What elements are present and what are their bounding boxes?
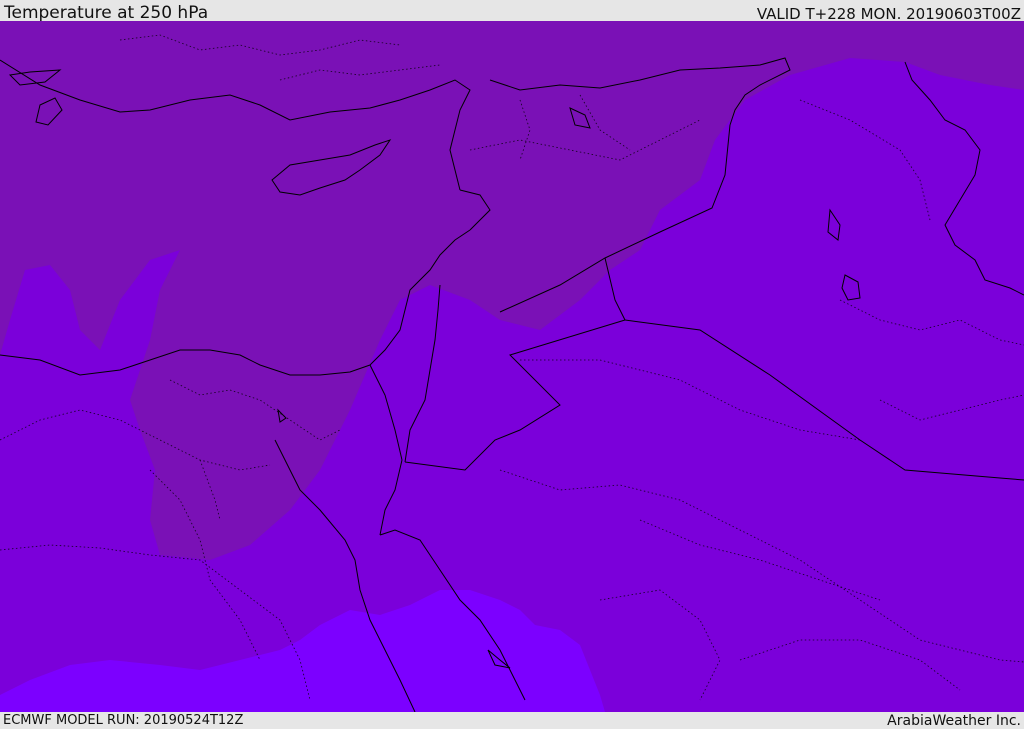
header-bar: Temperature at 250 hPa VALID T+228 MON. … — [0, 0, 1024, 23]
model-run-label: ECMWF MODEL RUN: 20190524T12Z — [3, 713, 244, 728]
footer-bar: ECMWF MODEL RUN: 20190524T12Z ArabiaWeat… — [0, 712, 1024, 729]
temperature-map[interactable] — [0, 21, 1024, 712]
map-title: Temperature at 250 hPa — [4, 3, 209, 23]
credit-label: ArabiaWeather Inc. — [887, 713, 1021, 729]
